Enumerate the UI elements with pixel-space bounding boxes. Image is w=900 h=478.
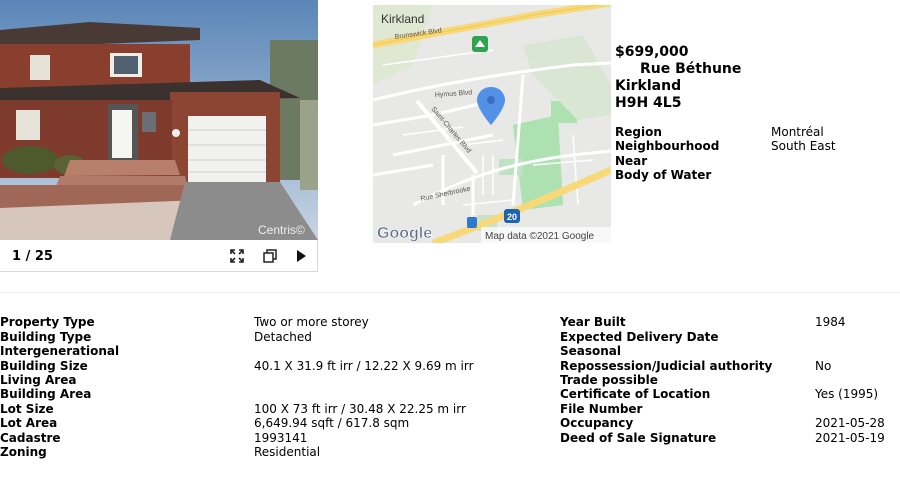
- google-logo: Google: [377, 225, 432, 242]
- fullscreen-icon[interactable]: [229, 248, 245, 264]
- photo-gallery: Centris© 1 / 25: [0, 0, 318, 272]
- watermark: Centris©: [258, 223, 305, 237]
- map-city-label: Kirkland: [381, 12, 424, 26]
- listing-price: $699,000: [615, 44, 689, 60]
- photo-counter: 1 / 25: [12, 249, 53, 264]
- location-map[interactable]: 20 Kirkland Brunswick Blvd Hymus Blvd Sa…: [373, 5, 611, 243]
- section-divider: [0, 292, 900, 293]
- gallery-view-icon[interactable]: [262, 248, 278, 264]
- property-photo[interactable]: Centris©: [0, 0, 318, 240]
- next-photo-icon[interactable]: [293, 248, 309, 264]
- listing-postal-code: H9H 4L5: [615, 95, 682, 111]
- map-attribution[interactable]: Map data ©2021 Google: [485, 231, 595, 242]
- highway-label: 20: [507, 212, 517, 222]
- listing-city: Kirkland: [615, 78, 682, 94]
- listing-street: Rue Béthune: [640, 61, 742, 77]
- gallery-toolbar: 1 / 25: [0, 240, 318, 272]
